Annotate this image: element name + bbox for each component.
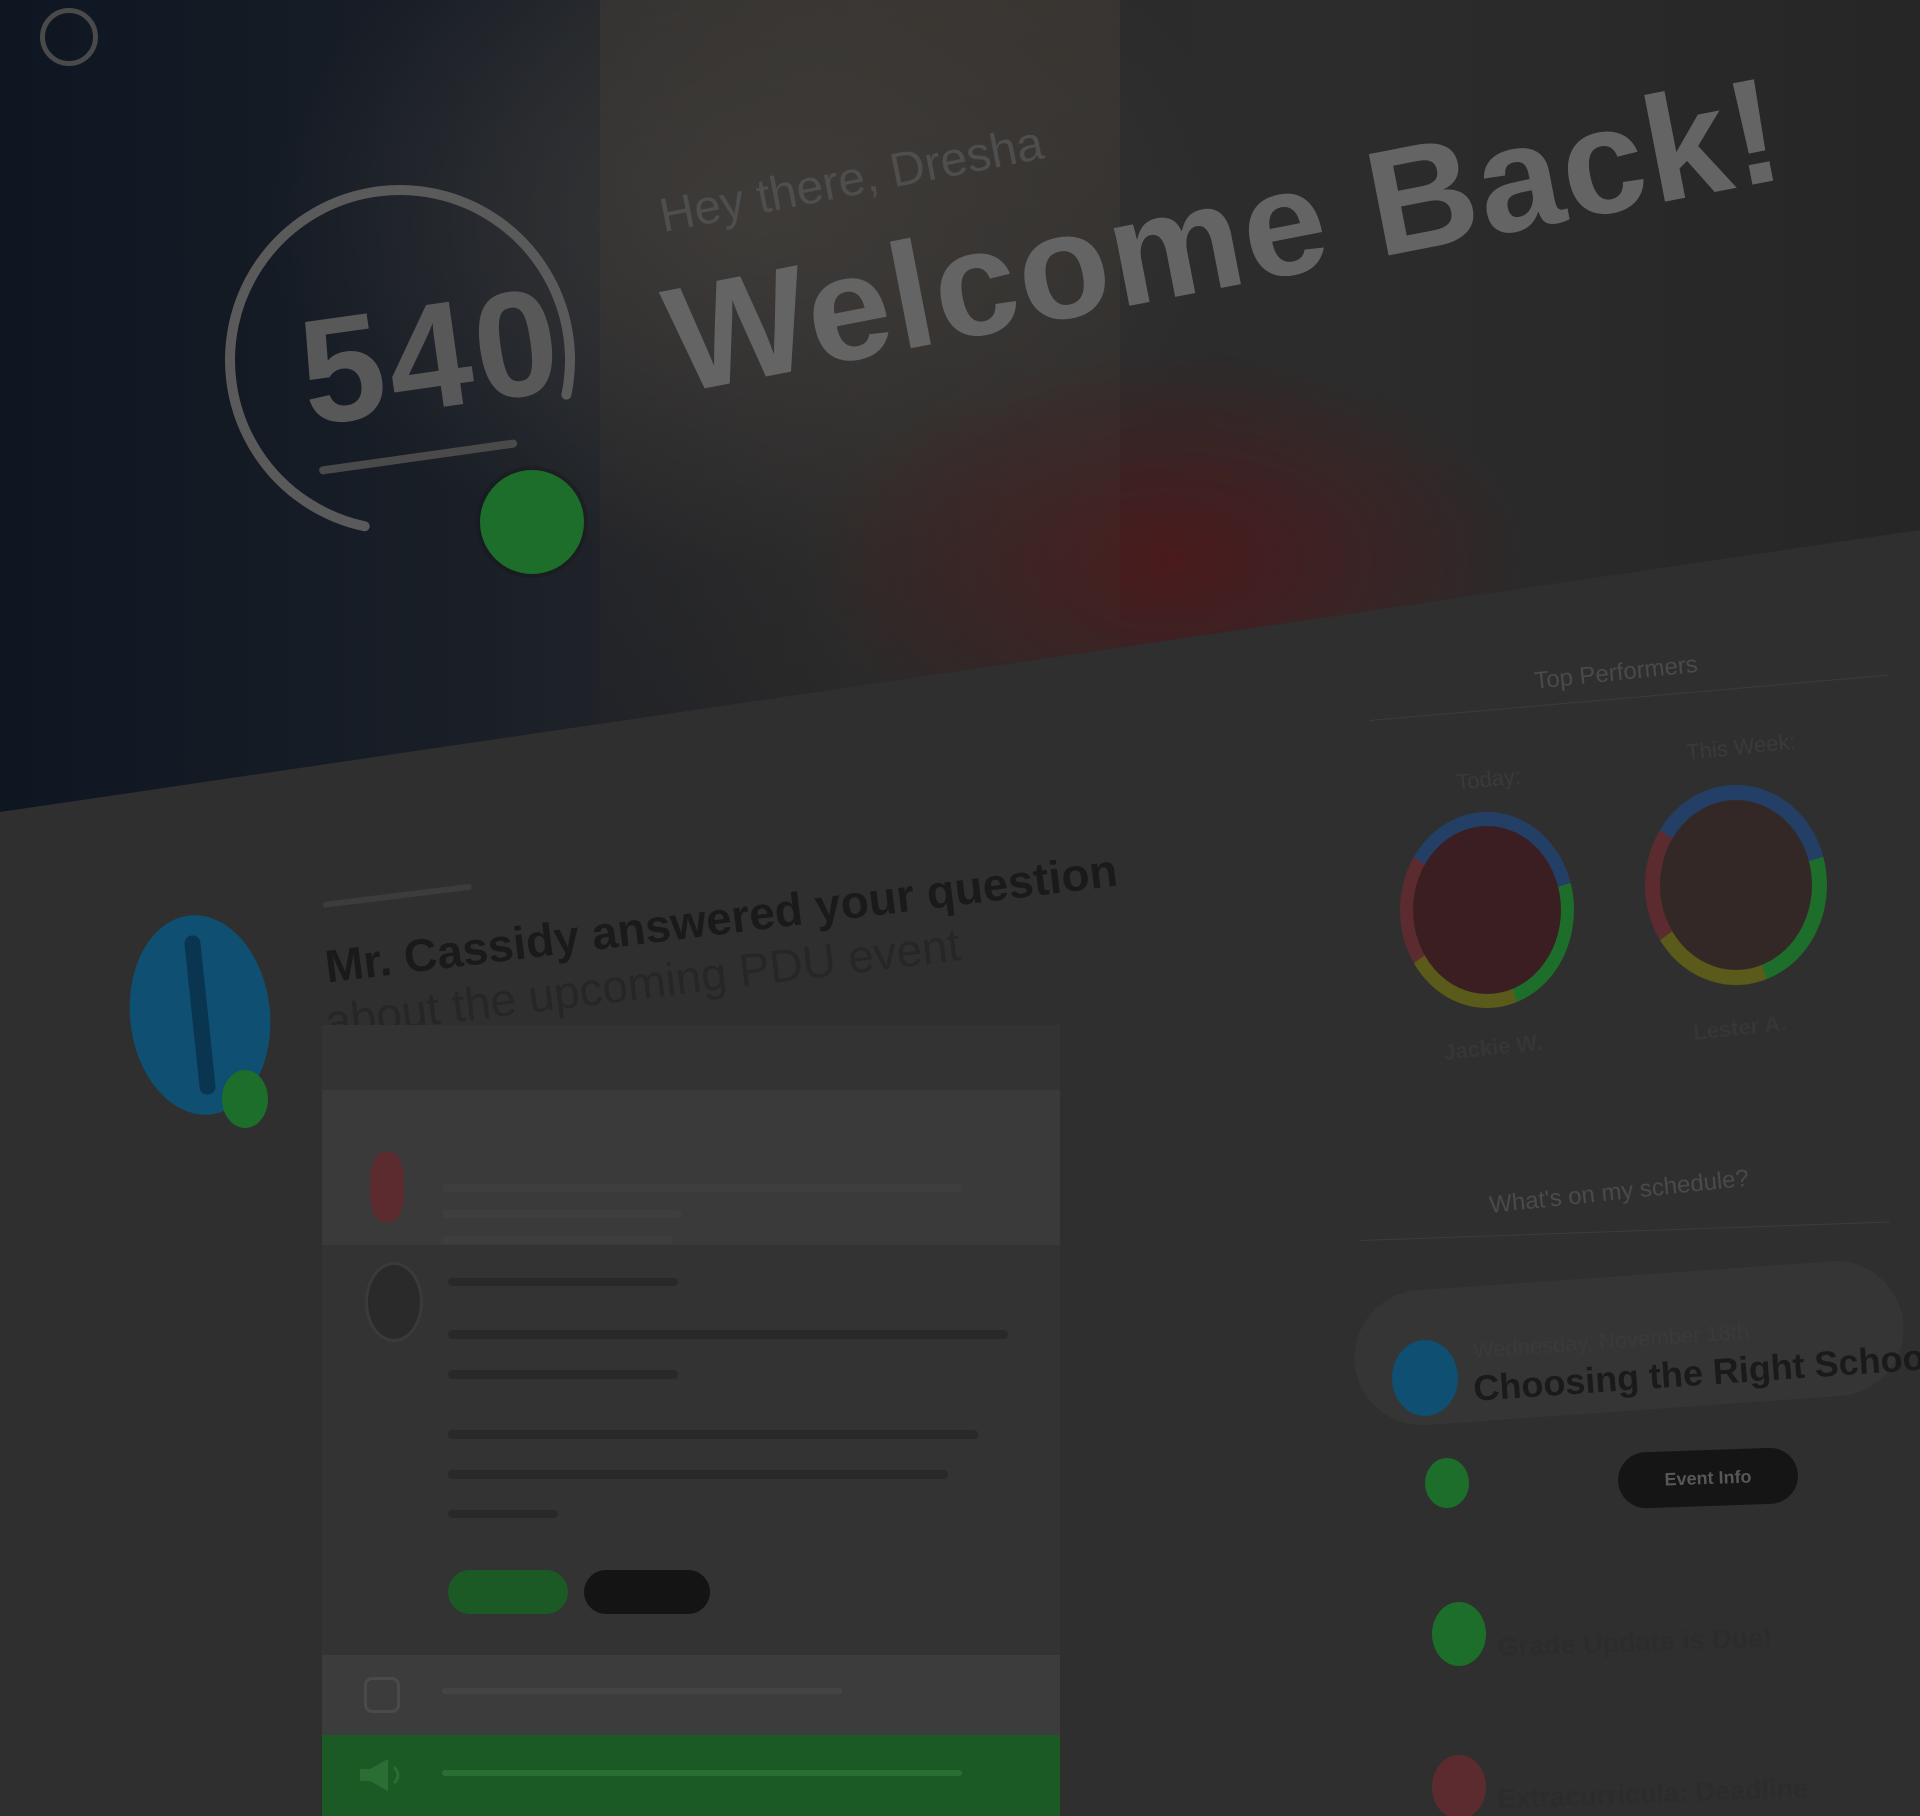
tie-icon [183,934,217,1096]
conversation-thread [322,1025,1060,1816]
student-avatar [370,1152,404,1222]
reply-bar-text [442,1683,842,1701]
going-status: You Are Going [1475,1470,1591,1490]
page: 540 Hey there, Dresha Welcome Back! Mr. … [0,0,1920,1816]
megaphone-icon [360,1759,400,1791]
answer-signature [448,1505,558,1525]
reply-button[interactable] [584,1570,710,1614]
notification: Mr. Cassidy answered your question about… [0,0,1920,1816]
deadline-icon [1432,1755,1486,1816]
tie-icon [1392,1340,1458,1416]
week-performer-avatar [1660,800,1812,970]
thanks-button[interactable] [448,1570,568,1614]
check-icon [222,1070,268,1128]
reply-bar[interactable] [322,1655,1060,1735]
teacher-reply-avatar [368,1265,420,1339]
question-text [442,1178,1002,1258]
points-bar [322,1735,1060,1816]
question-box [322,1090,1060,1245]
notification-date [322,880,473,913]
points-bar-text [442,1765,962,1783]
grade-icon [1432,1602,1486,1666]
answer-text [448,1320,1028,1504]
event-info-button[interactable]: Event Info [1617,1446,1799,1510]
today-performer-avatar [1413,826,1561,994]
chat-icon [364,1677,400,1713]
answer-author [448,1273,678,1293]
check-icon [1425,1458,1469,1508]
